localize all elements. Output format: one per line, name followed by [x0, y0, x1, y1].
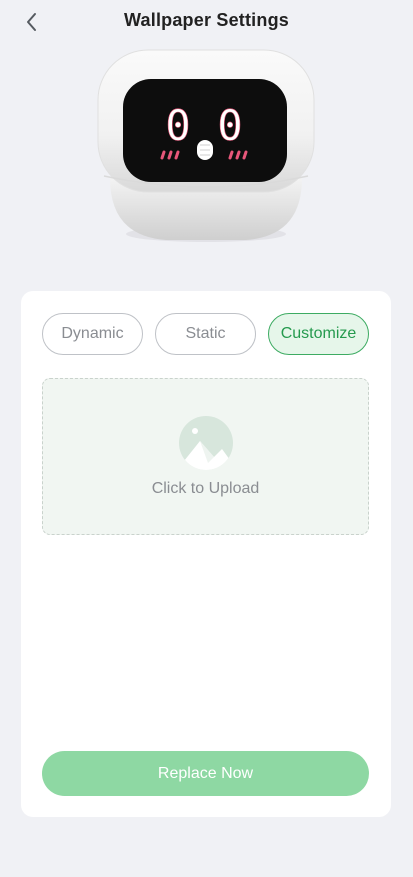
- tab-customize[interactable]: Customize: [268, 313, 369, 355]
- device-preview: 0 0: [96, 48, 316, 246]
- wallpaper-card: Dynamic Static Customize Click to Upload…: [21, 291, 391, 817]
- tab-dynamic[interactable]: Dynamic: [42, 313, 143, 355]
- replace-now-button[interactable]: Replace Now: [42, 751, 369, 796]
- upload-area[interactable]: Click to Upload: [42, 378, 369, 535]
- svg-text:0: 0: [165, 101, 190, 150]
- image-upload-icon: [179, 416, 233, 470]
- page-title: Wallpaper Settings: [124, 10, 289, 30]
- svg-text:0: 0: [217, 101, 242, 150]
- header: Wallpaper Settings: [0, 0, 413, 44]
- robot-device-image: 0 0: [97, 49, 315, 242]
- upload-label: Click to Upload: [151, 480, 260, 497]
- tab-static[interactable]: Static: [155, 313, 256, 355]
